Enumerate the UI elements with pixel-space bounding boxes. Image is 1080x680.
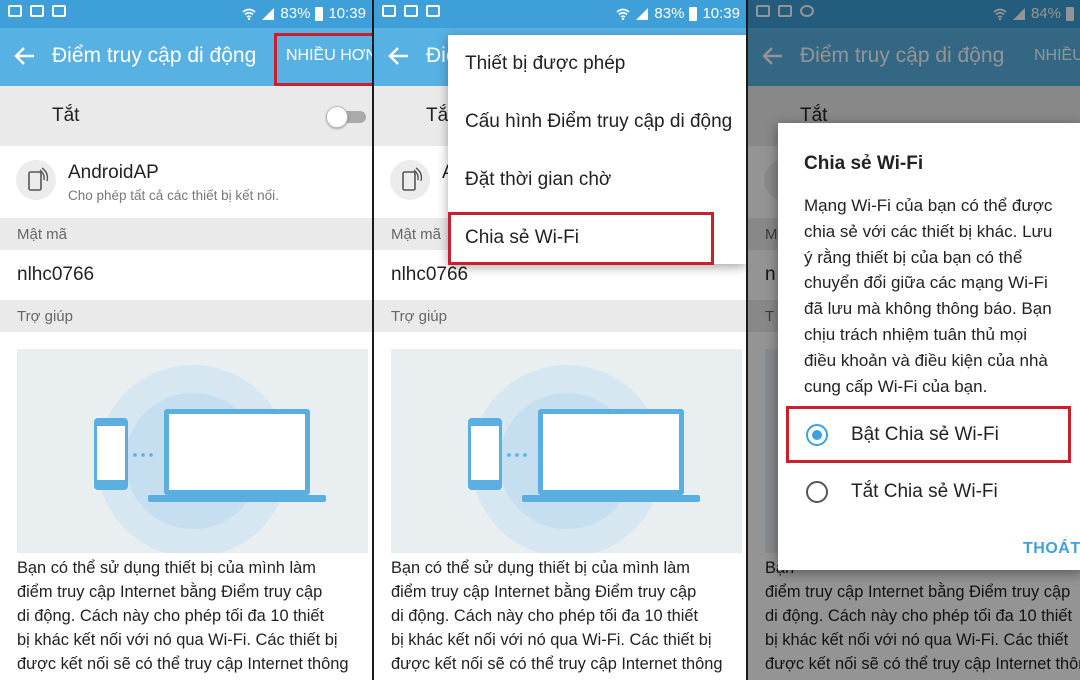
toggle-label: Tắt xyxy=(52,105,80,126)
help-line: Bạn có thể sử dụng thiết bị của mình làm xyxy=(391,559,690,577)
dialog-line: chuyển đổi giữa các mạng Wi-Fi xyxy=(804,273,1048,293)
password-header: Mật mã xyxy=(0,218,372,250)
dialog-line: cung cấp Wi-Fi của bạn. xyxy=(804,376,988,396)
highlight-box xyxy=(448,212,714,265)
hotspot-switch[interactable] xyxy=(326,106,366,128)
help-line: bị khác kết nối với nó qua Wi-Fi. Các th… xyxy=(17,631,338,649)
app-bar: Điểm truy cập di động NHIỀU HƠN xyxy=(0,28,372,86)
help-header: Trợ giúp xyxy=(374,300,746,332)
dialog-line: chia sẻ với các thiết bị khác. Lưu xyxy=(804,221,1053,241)
exit-button[interactable]: THOÁT xyxy=(1023,540,1080,558)
screen-panel-1: 83% 10:39 Điểm truy cập di động NHIỀU HƠ… xyxy=(0,0,372,680)
page-title: Điểm truy cập di động xyxy=(52,44,257,67)
hotspot-illustration xyxy=(391,349,742,553)
help-line: được kết nối sẽ có thể truy cập Internet… xyxy=(17,655,349,673)
dialog-line: chịu trách nhiệm tuân thủ mọi xyxy=(804,324,1028,344)
menu-item-timeout[interactable]: Đặt thời gian chờ xyxy=(465,169,611,191)
dialog-line: ý rằng thiết bị của bạn có thể xyxy=(804,247,1023,267)
battery-icon xyxy=(689,6,698,21)
battery-percent: 83% xyxy=(280,5,311,22)
dialog-line: điều khoản và điều kiện của nhà xyxy=(804,350,1048,370)
highlight-box xyxy=(274,33,372,86)
hotspot-illustration xyxy=(17,349,368,553)
help-area: Bạn có thể sử dụng thiết bị của mình làm… xyxy=(374,332,746,680)
radio-wifi-sharing-on[interactable] xyxy=(806,424,828,446)
wifi-signal-icon xyxy=(616,8,630,20)
youtube-icon xyxy=(426,5,440,17)
mail-icon xyxy=(30,5,44,17)
back-arrow-icon[interactable] xyxy=(386,42,412,70)
cell-signal-icon xyxy=(636,7,649,20)
status-bar: 83% 10:39 xyxy=(374,0,746,28)
menu-item-allowed-devices[interactable]: Thiết bị được phép xyxy=(465,53,625,75)
phone-hotspot-icon xyxy=(16,160,56,200)
battery-percent: 83% xyxy=(654,5,685,22)
cell-signal-icon xyxy=(262,7,275,20)
password-value[interactable]: nlhc0766 xyxy=(0,250,372,300)
menu-item-configure-hotspot[interactable]: Cấu hình Điểm truy cập di động xyxy=(465,111,732,133)
help-line: Bạn có thể sử dụng thiết bị của mình làm xyxy=(17,559,316,577)
hotspot-toggle-row[interactable]: Tắt xyxy=(0,86,372,146)
screen-panel-3: 84% Điểm truy cập di động NHIỀU Tắt M n … xyxy=(748,0,1080,680)
help-text: Bạn có thể sử dụng thiết bị của mình làm… xyxy=(17,556,362,676)
clock: 10:39 xyxy=(702,5,740,22)
help-line: di động. Cách này cho phép tối đa 10 thi… xyxy=(391,607,699,625)
ap-subtitle: Cho phép tất cả các thiết bị kết nối. xyxy=(68,188,279,203)
help-text: Bạn có thể sử dụng thiết bị của mình làm… xyxy=(391,556,736,676)
gallery-icon xyxy=(382,5,396,17)
mail-icon xyxy=(404,5,418,17)
help-area: Bạn có thể sử dụng thiết bị của mình làm… xyxy=(0,332,372,680)
clock: 10:39 xyxy=(328,5,366,22)
back-arrow-icon[interactable] xyxy=(12,42,38,70)
youtube-icon xyxy=(52,5,66,17)
help-line: điểm truy cập Internet bằng Điểm truy cậ… xyxy=(391,583,697,601)
dialog-line: đã lưu mà không thông báo. Bạn xyxy=(804,299,1052,319)
dialog-body: Mạng Wi-Fi của bạn có thể được chia sẻ v… xyxy=(804,193,1079,399)
help-line: bị khác kết nối với nó qua Wi-Fi. Các th… xyxy=(391,631,712,649)
help-line: được kết nối sẽ có thể truy cập Internet… xyxy=(391,655,723,673)
help-header: Trợ giúp xyxy=(0,300,372,332)
dialog-title: Chia sẻ Wi-Fi xyxy=(804,153,924,174)
ap-name: AndroidAP xyxy=(68,162,159,183)
option-wifi-sharing-on[interactable]: Bật Chia sẻ Wi-Fi xyxy=(851,424,999,446)
wifi-signal-icon xyxy=(242,8,256,20)
gallery-icon xyxy=(8,5,22,17)
screen-panel-2: 83% 10:39 Điể Tắt A Mật mã nlhc0766 Trợ … xyxy=(374,0,746,680)
status-bar: 83% 10:39 xyxy=(0,0,372,28)
ap-name-row[interactable]: AndroidAP Cho phép tất cả các thiết bị k… xyxy=(0,146,372,218)
dialog-line: Mạng Wi-Fi của bạn có thể được xyxy=(804,196,1053,215)
help-line: di động. Cách này cho phép tối đa 10 thi… xyxy=(17,607,325,625)
battery-icon xyxy=(315,6,324,21)
option-wifi-sharing-off[interactable]: Tắt Chia sẻ Wi-Fi xyxy=(851,481,998,503)
help-line: điểm truy cập Internet bằng Điểm truy cậ… xyxy=(17,583,323,601)
phone-hotspot-icon xyxy=(390,160,430,200)
radio-wifi-sharing-off[interactable] xyxy=(806,481,828,503)
wifi-sharing-dialog: Chia sẻ Wi-Fi Mạng Wi-Fi của bạn có thể … xyxy=(778,123,1080,570)
overflow-menu: Thiết bị được phép Cấu hình Điểm truy cậ… xyxy=(448,35,746,265)
